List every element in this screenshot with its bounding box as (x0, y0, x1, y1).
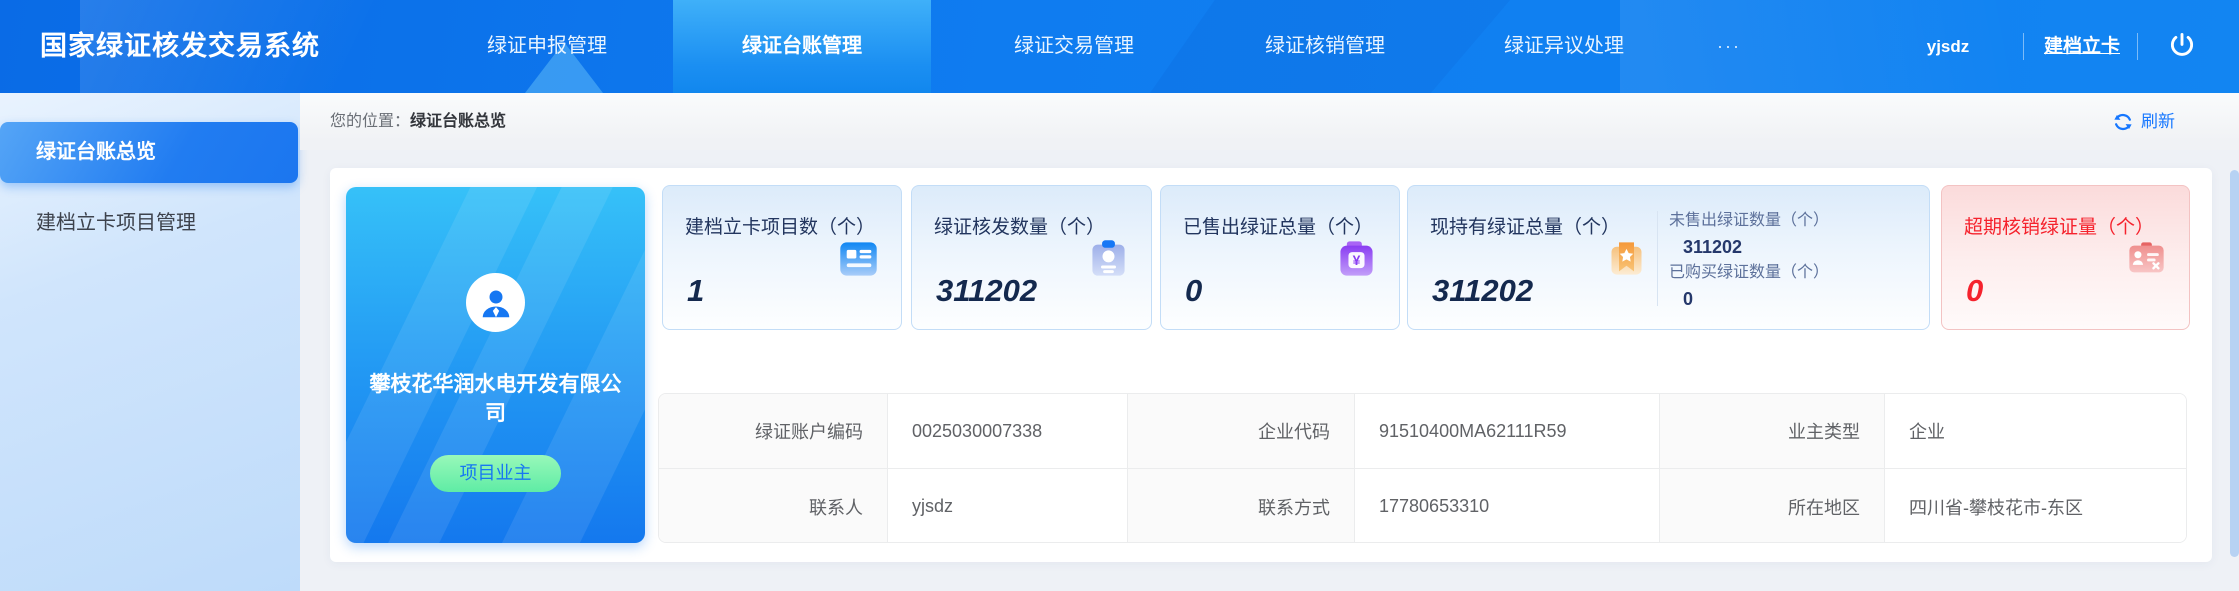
info-label: 绿证账户编码 (659, 394, 888, 469)
stat-value: 311202 (936, 273, 1037, 309)
stat-card-overdue: 超期核销绿证量（个） 0 (1941, 185, 2190, 330)
info-value-company-code: 91510400MA62111R59 (1355, 394, 1660, 469)
sub-stat-value: 0 (1669, 286, 1919, 312)
nav-item-declare[interactable]: 绿证申报管理 (487, 0, 607, 93)
stat-card-holding: 现持有绿证总量（个） 311202 未售出绿证数量（个） (1407, 185, 1930, 330)
stat-label: 绿证核发数量（个） (934, 212, 1105, 239)
breadcrumb-current: 绿证台账总览 (410, 113, 506, 130)
nav-item-ledger-active[interactable]: 绿证台账管理 (673, 0, 931, 93)
holding-bookmark-icon (1604, 236, 1649, 281)
breadcrumb: 您的位置：绿证台账总览 (330, 93, 506, 150)
stat-value: 0 (1966, 273, 1983, 309)
account-info-table: 绿证账户编码 0025030007338 企业代码 91510400MA6211… (658, 393, 2187, 543)
stat-label: 现持有绿证总量（个） (1430, 212, 1620, 239)
info-label: 联系方式 (1128, 469, 1355, 543)
sidebar: 绿证台账总览 建档立卡项目管理 (0, 93, 300, 591)
company-name: 攀枝花华润水电开发有限公司 (346, 370, 645, 428)
power-icon (2167, 47, 2197, 64)
ledger-overview-panel: 攀枝花华润水电开发有限公司 项目业主 建档立卡项目数（个） 1 绿 (330, 168, 2212, 562)
info-label: 企业代码 (1128, 394, 1355, 469)
sub-stat-label: 未售出绿证数量（个） (1669, 208, 1919, 234)
avatar (466, 273, 525, 332)
info-value-owner-type: 企业 (1885, 394, 2187, 469)
info-value-account-code: 0025030007338 (888, 394, 1128, 469)
stat-card-issued: 绿证核发数量（个） 311202 (911, 185, 1152, 330)
info-label: 所在地区 (1660, 469, 1885, 543)
project-card-icon (836, 236, 881, 281)
holding-sub-stats: 未售出绿证数量（个） 311202 已购买绿证数量（个） 0 (1669, 208, 1919, 312)
top-navbar: 国家绿证核发交易系统 绿证申报管理 绿证台账管理 绿证交易管理 绿证核销管理 绿… (0, 0, 2239, 93)
nav-item-more[interactable]: ··· (1717, 0, 1741, 93)
refresh-button[interactable]: 刷新 (2112, 93, 2175, 150)
stat-value: 1 (687, 273, 704, 309)
sidebar-item-project-management[interactable]: 建档立卡项目管理 (0, 193, 298, 253)
certificate-icon (1086, 236, 1131, 281)
overdue-certificate-icon (2124, 236, 2169, 281)
user-icon (477, 284, 515, 322)
card-divider (1657, 211, 1658, 306)
navbar-divider (2137, 33, 2138, 60)
owner-role-badge: 项目业主 (430, 455, 561, 492)
sidebar-item-ledger-overview[interactable]: 绿证台账总览 (0, 122, 298, 183)
nav-item-dispute[interactable]: 绿证异议处理 (1504, 0, 1624, 93)
breadcrumb-strip (300, 93, 2239, 150)
stat-card-sold: 已售出绿证总量（个） ¥ 0 (1160, 185, 1400, 330)
username-label[interactable]: yjsdz (1927, 0, 1970, 93)
vertical-scrollbar[interactable] (2230, 170, 2239, 557)
svg-text:¥: ¥ (1353, 252, 1361, 268)
app-screen: 国家绿证核发交易系统 绿证申报管理 绿证台账管理 绿证交易管理 绿证核销管理 绿… (0, 0, 2239, 591)
refresh-label: 刷新 (2141, 93, 2175, 150)
stat-label: 超期核销绿证量（个） (1964, 212, 2154, 239)
nav-item-writeoff[interactable]: 绿证核销管理 (1265, 0, 1385, 93)
stat-label: 已售出绿证总量（个） (1183, 212, 1373, 239)
app-title: 国家绿证核发交易系统 (40, 0, 320, 93)
stat-value: 311202 (1432, 273, 1533, 309)
breadcrumb-prefix: 您的位置： (330, 113, 410, 130)
nav-item-trade[interactable]: 绿证交易管理 (1014, 0, 1134, 93)
profile-card-link[interactable]: 建档立卡 (2044, 0, 2120, 93)
info-label: 联系人 (659, 469, 888, 543)
sold-certificates-icon: ¥ (1334, 236, 1379, 281)
info-value-contact: yjsdz (888, 469, 1128, 543)
navbar-divider (2023, 33, 2024, 60)
sub-stat-label: 已购买绿证数量（个） (1669, 260, 1919, 286)
company-card: 攀枝花华润水电开发有限公司 项目业主 (346, 187, 645, 543)
stat-label: 建档立卡项目数（个） (685, 212, 875, 239)
info-value-region: 四川省-攀枝花市-东区 (1885, 469, 2187, 543)
stat-card-projects: 建档立卡项目数（个） 1 (662, 185, 902, 330)
refresh-icon (2112, 111, 2134, 133)
sub-stat-value: 311202 (1669, 234, 1919, 260)
info-label: 业主类型 (1660, 394, 1885, 469)
stat-value: 0 (1185, 273, 1202, 309)
info-value-phone: 17780653310 (1355, 469, 1660, 543)
logout-button[interactable] (2167, 30, 2199, 62)
